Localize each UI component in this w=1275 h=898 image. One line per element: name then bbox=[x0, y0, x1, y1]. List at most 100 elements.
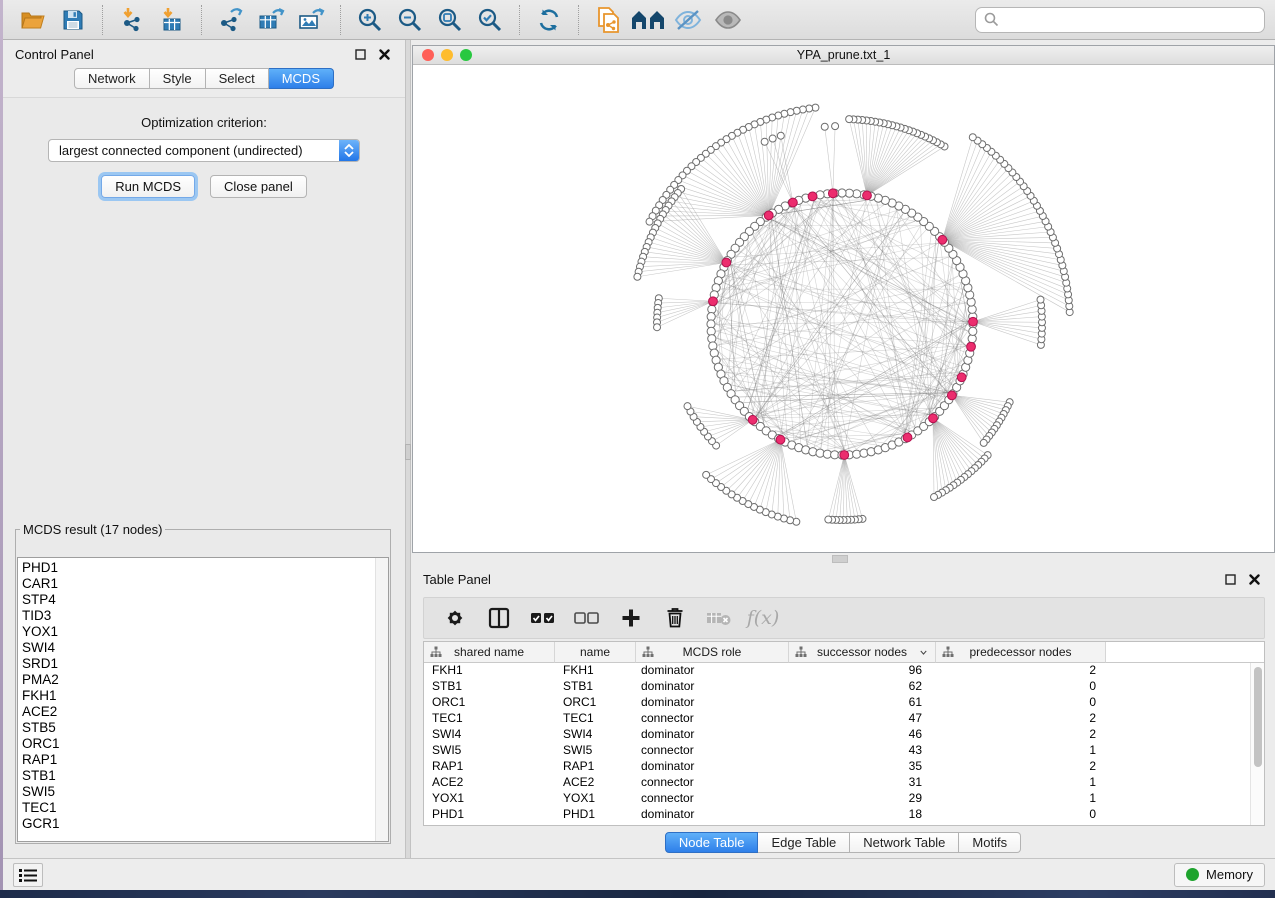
horizontal-splitter[interactable] bbox=[411, 553, 1275, 565]
cell[interactable]: 96 bbox=[789, 663, 936, 679]
network-window-titlebar[interactable]: YPA_prune.txt_1 bbox=[413, 46, 1274, 65]
mcds-result-item[interactable]: STB5 bbox=[22, 720, 388, 736]
tab-network[interactable]: Network bbox=[74, 68, 150, 89]
cell[interactable]: RAP1 bbox=[424, 759, 555, 775]
cell[interactable]: dominator bbox=[636, 759, 789, 775]
import-network-button[interactable] bbox=[115, 4, 149, 36]
cell[interactable]: 2 bbox=[936, 727, 1106, 743]
mcds-result-item[interactable]: ACE2 bbox=[22, 704, 388, 720]
cell[interactable]: 35 bbox=[789, 759, 936, 775]
mcds-node[interactable] bbox=[969, 317, 978, 326]
mcds-node[interactable] bbox=[764, 211, 773, 220]
cell[interactable]: TEC1 bbox=[555, 711, 636, 727]
network-node[interactable] bbox=[654, 324, 661, 331]
open-file-button[interactable] bbox=[16, 4, 50, 36]
close-panel-button[interactable] bbox=[375, 46, 393, 62]
zoom-fit-button[interactable] bbox=[433, 4, 467, 36]
table-scrollbar[interactable] bbox=[1250, 663, 1264, 825]
mcds-node[interactable] bbox=[776, 435, 785, 444]
tab-motifs[interactable]: Motifs bbox=[959, 832, 1021, 853]
cell[interactable]: FKH1 bbox=[555, 663, 636, 679]
table-row[interactable]: YOX1YOX1connector291 bbox=[424, 791, 1264, 807]
mcds-result-item[interactable]: SWI5 bbox=[22, 784, 388, 800]
tab-network-table[interactable]: Network Table bbox=[850, 832, 959, 853]
mcds-result-item[interactable]: PHD1 bbox=[22, 560, 388, 576]
cell[interactable]: SWI4 bbox=[424, 727, 555, 743]
first-neighbors-button[interactable] bbox=[631, 4, 665, 36]
network-node[interactable] bbox=[777, 132, 784, 139]
cell[interactable]: ACE2 bbox=[424, 775, 555, 791]
apply-layout-button[interactable] bbox=[532, 4, 566, 36]
mcds-result-item[interactable]: TEC1 bbox=[22, 800, 388, 816]
cell[interactable]: PHD1 bbox=[555, 807, 636, 823]
show-all-button[interactable] bbox=[711, 4, 745, 36]
vertical-splitter[interactable] bbox=[405, 40, 411, 858]
mcds-node[interactable] bbox=[808, 192, 817, 201]
network-node[interactable] bbox=[980, 439, 987, 446]
import-table-button[interactable] bbox=[155, 4, 189, 36]
mcds-result-list[interactable]: PHD1CAR1STP4TID3YOX1SWI4SRD1PMA2FKH1ACE2… bbox=[17, 557, 389, 842]
cell[interactable]: 31 bbox=[789, 775, 936, 791]
save-session-button[interactable] bbox=[56, 4, 90, 36]
mcds-node[interactable] bbox=[947, 391, 956, 400]
mcds-result-item[interactable]: ORC1 bbox=[22, 736, 388, 752]
cell[interactable]: SWI5 bbox=[424, 743, 555, 759]
cell[interactable]: SWI5 bbox=[555, 743, 636, 759]
export-network-button[interactable] bbox=[214, 4, 248, 36]
cell[interactable]: 2 bbox=[936, 759, 1106, 775]
cell[interactable]: 1 bbox=[936, 743, 1106, 759]
mcds-result-item[interactable]: SWI4 bbox=[22, 640, 388, 656]
mcds-node[interactable] bbox=[709, 297, 718, 306]
cell[interactable]: YOX1 bbox=[424, 791, 555, 807]
network-node[interactable] bbox=[634, 273, 641, 280]
column-settings-button[interactable] bbox=[438, 601, 472, 635]
mcds-list-scrollbar[interactable] bbox=[375, 558, 388, 841]
column-header-name[interactable]: name bbox=[555, 642, 636, 663]
network-node[interactable] bbox=[821, 123, 828, 130]
minimize-window-icon[interactable] bbox=[441, 49, 453, 61]
cell[interactable]: STB1 bbox=[424, 679, 555, 695]
close-table-panel-button[interactable] bbox=[1245, 571, 1263, 587]
network-node[interactable] bbox=[646, 218, 653, 225]
tab-style[interactable]: Style bbox=[150, 68, 206, 89]
mcds-node[interactable] bbox=[748, 415, 757, 424]
search-input[interactable] bbox=[1005, 11, 1256, 28]
cell[interactable]: 47 bbox=[789, 711, 936, 727]
search-box[interactable] bbox=[975, 7, 1265, 33]
network-node[interactable] bbox=[1037, 296, 1044, 303]
cell[interactable]: ORC1 bbox=[424, 695, 555, 711]
cell[interactable]: 61 bbox=[789, 695, 936, 711]
network-graph[interactable] bbox=[413, 65, 1275, 553]
delete-columns-button[interactable] bbox=[658, 601, 692, 635]
table-row[interactable]: ACE2ACE2connector311 bbox=[424, 775, 1264, 791]
tab-mcds[interactable]: MCDS bbox=[269, 68, 334, 89]
mcds-result-item[interactable]: STP4 bbox=[22, 592, 388, 608]
mcds-node[interactable] bbox=[863, 191, 872, 200]
network-node[interactable] bbox=[703, 471, 710, 478]
function-builder-button[interactable]: f(x) bbox=[746, 601, 780, 635]
table-row[interactable]: PHD1PHD1dominator180 bbox=[424, 807, 1264, 823]
zoom-selected-button[interactable] bbox=[473, 4, 507, 36]
export-table-button[interactable] bbox=[254, 4, 288, 36]
new-network-from-selection-button[interactable] bbox=[591, 4, 625, 36]
float-panel-button[interactable] bbox=[351, 46, 369, 62]
mcds-result-item[interactable]: FKH1 bbox=[22, 688, 388, 704]
mcds-result-item[interactable]: GCR1 bbox=[22, 816, 388, 832]
hide-selection-button[interactable] bbox=[671, 4, 705, 36]
mcds-node[interactable] bbox=[722, 258, 731, 267]
cell[interactable]: 18 bbox=[789, 807, 936, 823]
cell[interactable]: 0 bbox=[936, 695, 1106, 711]
tab-node-table[interactable]: Node Table bbox=[665, 832, 759, 853]
cell[interactable]: dominator bbox=[636, 679, 789, 695]
table-row[interactable]: STB1STB1dominator620 bbox=[424, 679, 1264, 695]
cell[interactable]: connector bbox=[636, 711, 789, 727]
memory-button[interactable]: Memory bbox=[1174, 863, 1265, 887]
tab-edge-table[interactable]: Edge Table bbox=[758, 832, 850, 853]
cell[interactable]: STB1 bbox=[555, 679, 636, 695]
cell[interactable]: 0 bbox=[936, 807, 1106, 823]
cell[interactable]: ACE2 bbox=[555, 775, 636, 791]
maximize-window-icon[interactable] bbox=[460, 49, 472, 61]
cell[interactable]: FKH1 bbox=[424, 663, 555, 679]
network-node[interactable] bbox=[684, 403, 691, 410]
mcds-result-item[interactable]: STB1 bbox=[22, 768, 388, 784]
